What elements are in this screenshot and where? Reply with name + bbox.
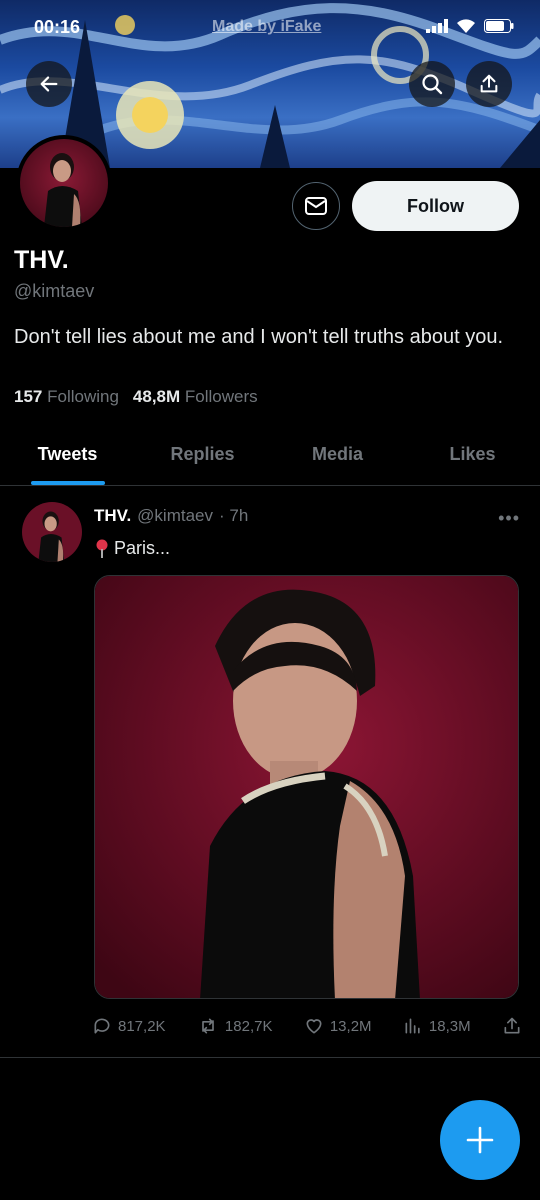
tweet-text-body: Paris... [114,538,171,558]
signal-icon [426,19,448,33]
reply-button[interactable]: 817,2K [92,1016,166,1036]
share-icon [480,74,498,93]
tweet-image[interactable] [94,575,519,999]
battery-icon [484,19,514,33]
status-time: 00:16 [34,17,81,37]
profile-avatar[interactable] [16,135,112,231]
compose-tweet-button[interactable] [440,1100,520,1180]
tweet-text: Paris... [94,538,170,559]
profile-handle: @kimtaev [14,281,95,301]
views-button[interactable]: 18,3M [403,1016,471,1036]
envelope-icon [305,197,327,215]
tab-media[interactable]: Media [270,424,405,485]
status-icons [426,18,514,34]
tab-label: Tweets [37,444,98,464]
retweet-button[interactable]: 182,7K [197,1016,273,1036]
retweet-count: 182,7K [224,1017,273,1035]
followers-count: 48,8M [132,387,181,406]
retweet-icon [202,1018,214,1034]
tweet-actions: 817,2K 182,7K 13,2M 18,3M [92,1016,522,1036]
followers-label: Followers [184,387,258,406]
tab-tweets[interactable]: Tweets [0,424,135,485]
follow-button[interactable]: Follow [352,181,519,231]
following-stat[interactable]: 157 Following [14,387,119,407]
profile-stats: 157 Following 48,8M Followers [14,387,258,407]
following-label: Following [47,387,119,406]
pin-icon [96,539,108,558]
tweet-header: THV. @kimtaev · 7h [94,506,248,526]
analytics-icon [405,1018,420,1034]
search-button[interactable] [409,61,455,107]
status-watermark: Made by iFake [212,18,322,35]
reply-count: 817,2K [118,1017,166,1035]
tab-label: Likes [449,444,496,464]
following-count: 157 [14,387,43,406]
profile-display-name: THV. [14,246,69,274]
plus-icon [466,1126,494,1154]
more-options-icon[interactable]: ••• [498,508,520,529]
tab-replies[interactable]: Replies [135,424,270,485]
back-button[interactable] [26,61,72,107]
wifi-icon [457,19,475,33]
tweet-author-name[interactable]: THV. [94,506,131,526]
tab-label: Media [311,444,363,464]
tweet-author-handle: @kimtaev [137,506,213,525]
search-icon [422,74,443,95]
reply-icon [94,1018,110,1034]
tweet[interactable]: THV. @kimtaev · 7h ••• Paris... 817,2K 1… [0,486,540,1058]
tab-likes[interactable]: Likes [405,424,540,485]
tweet-time: · 7h [219,506,249,525]
like-count: 13,2M [329,1017,372,1035]
share-tweet-button[interactable] [502,1016,522,1036]
share-icon [504,1017,520,1034]
status-bar: 00:16 Made by iFake [0,0,540,56]
profile-tabs: Tweets Replies Media Likes [0,424,540,486]
followers-stat[interactable]: 48,8M Followers [133,387,258,407]
share-profile-button[interactable] [466,61,512,107]
active-tab-indicator [30,481,105,485]
like-button[interactable]: 13,2M [304,1016,372,1036]
views-count: 18,3M [428,1017,471,1035]
profile-bio: Don't tell lies about me and I won't tel… [14,326,504,348]
tab-label: Replies [170,444,235,464]
arrow-left-icon [40,76,58,92]
tweet-avatar[interactable] [22,502,82,562]
heart-icon [306,1019,322,1034]
message-button[interactable] [292,182,340,230]
